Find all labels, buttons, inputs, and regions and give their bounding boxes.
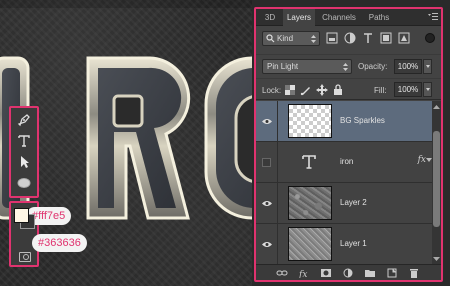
- adjustment-layer-icon[interactable]: [342, 268, 354, 278]
- panel-menu-icon[interactable]: [428, 13, 438, 21]
- quick-mask-icon[interactable]: [19, 252, 31, 262]
- ellipse-tool[interactable]: [15, 174, 33, 192]
- opacity-dropdown-button[interactable]: [423, 59, 432, 74]
- pixel-filter-icon[interactable]: [326, 32, 338, 44]
- tab-layers[interactable]: Layers: [283, 9, 315, 27]
- blend-row: Pin Light Opacity: 100%: [256, 54, 441, 76]
- blend-mode-select[interactable]: Pin Light: [262, 59, 352, 74]
- lock-transparent-pixels-icon[interactable]: [284, 84, 296, 96]
- layers-panel: 3D Layers Channels Paths Kind Pin Light …: [254, 7, 443, 282]
- layer-name[interactable]: BG Sparkles: [340, 101, 385, 141]
- layer-name[interactable]: Layer 1: [340, 224, 367, 264]
- type-filter-icon[interactable]: [362, 32, 374, 44]
- opacity-input[interactable]: 100%: [394, 59, 422, 74]
- tab-3d[interactable]: 3D: [258, 9, 282, 26]
- layer-list: BG Sparkles iron fx Layer 2 Layer 1: [256, 101, 432, 265]
- smart-object-filter-icon[interactable]: [398, 32, 410, 44]
- adjustment-filter-icon[interactable]: [344, 32, 356, 44]
- eye-icon: [261, 118, 272, 124]
- visibility-toggle[interactable]: [256, 183, 278, 223]
- layers-bottom-bar: fx: [256, 264, 441, 280]
- delete-layer-icon[interactable]: [408, 268, 420, 278]
- visibility-toggle[interactable]: [256, 142, 278, 182]
- fill-dropdown-button[interactable]: [423, 82, 432, 97]
- visibility-toggle[interactable]: [256, 224, 278, 264]
- type-layer-thumbnail: [300, 153, 318, 171]
- tab-paths[interactable]: Paths: [364, 9, 394, 26]
- background-color-label: #363636: [32, 234, 87, 252]
- lock-row: Lock: Fill: 100%: [256, 78, 441, 100]
- layer-name[interactable]: iron: [340, 142, 353, 182]
- layer-filter-row: Kind: [256, 27, 441, 51]
- filter-kind-select[interactable]: Kind: [262, 31, 320, 46]
- foreground-color-swatch[interactable]: [14, 208, 29, 223]
- tools-panel: [9, 106, 39, 198]
- letter-o: [204, 56, 252, 220]
- updown-arrow-icon: [343, 63, 348, 71]
- shape-filter-icon[interactable]: [380, 32, 392, 44]
- layer-thumbnail: [288, 186, 332, 220]
- layer-mask-icon[interactable]: [320, 268, 332, 278]
- lock-image-pixels-icon[interactable]: [300, 84, 312, 96]
- path-selection-icon: [21, 156, 29, 168]
- svg-text:fx: fx: [298, 270, 307, 278]
- lock-all-icon[interactable]: [332, 84, 344, 96]
- type-tool-icon: [18, 135, 30, 147]
- eye-icon: [261, 241, 272, 247]
- scroll-down-icon[interactable]: [433, 255, 440, 263]
- layer-row-layer-2[interactable]: Layer 2: [256, 183, 432, 224]
- panel-tabbar: 3D Layers Channels Paths: [256, 9, 441, 27]
- letter-r: [86, 56, 191, 220]
- search-icon: [266, 34, 275, 43]
- visibility-toggle[interactable]: [256, 101, 278, 141]
- tab-channels[interactable]: Channels: [318, 9, 360, 26]
- lock-label: Lock:: [262, 86, 282, 95]
- hidden-visibility-box: [262, 157, 271, 167]
- fill-label: Fill:: [374, 86, 387, 95]
- type-layer-icon: [302, 155, 316, 169]
- new-group-icon[interactable]: [364, 268, 376, 278]
- link-layers-icon[interactable]: [276, 268, 288, 278]
- fill-input[interactable]: 100%: [394, 82, 422, 97]
- layer-thumbnail: [288, 227, 332, 261]
- layer-row-layer-1[interactable]: Layer 1: [256, 224, 432, 265]
- lock-position-icon[interactable]: [316, 84, 328, 96]
- fx-badge-icon[interactable]: fx: [418, 155, 426, 165]
- filter-toggle[interactable]: [425, 33, 435, 43]
- filter-kind-value: Kind: [277, 34, 294, 43]
- updown-arrow-icon: [311, 35, 316, 43]
- path-selection-tool[interactable]: [15, 153, 33, 171]
- opacity-label: Opacity:: [358, 62, 388, 71]
- layer-name[interactable]: Layer 2: [340, 183, 367, 223]
- pen-tool[interactable]: [15, 111, 33, 129]
- eye-icon: [261, 200, 272, 206]
- type-tool[interactable]: [15, 132, 33, 150]
- ellipse-tool-icon: [17, 178, 31, 188]
- new-layer-icon[interactable]: [386, 268, 398, 278]
- layer-list-scrollbar[interactable]: [432, 101, 441, 265]
- layer-thumbnail: [288, 104, 332, 138]
- layer-row-bg-sparkles[interactable]: BG Sparkles: [256, 101, 432, 142]
- fx-icon[interactable]: fx: [298, 268, 310, 278]
- layer-row-iron[interactable]: iron fx: [256, 142, 432, 183]
- scroll-up-icon[interactable]: [433, 103, 440, 111]
- scroll-thumb[interactable]: [433, 131, 440, 227]
- pen-tool-icon: [17, 114, 30, 127]
- blend-mode-value: Pin Light: [267, 62, 299, 71]
